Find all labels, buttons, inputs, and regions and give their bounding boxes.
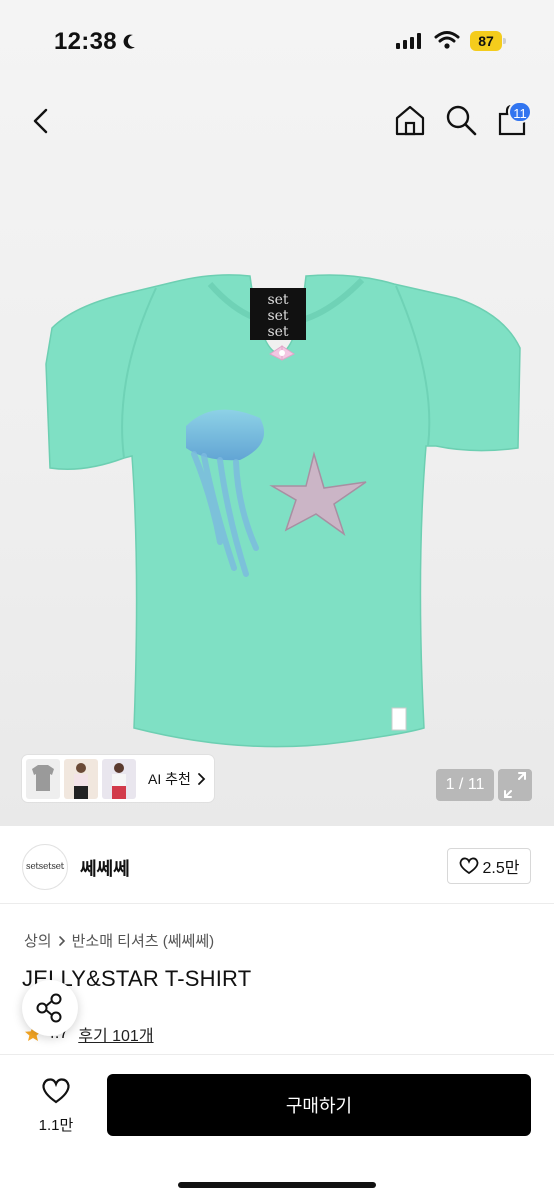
thumbnail-3[interactable] xyxy=(102,758,136,799)
moon-icon xyxy=(123,34,135,49)
heart-icon xyxy=(459,857,478,875)
buy-button[interactable]: 구매하기 xyxy=(107,1074,531,1136)
review-count-link[interactable]: 후기 101개 xyxy=(78,1022,153,1046)
chevron-right-icon xyxy=(58,935,65,946)
wishlist-button[interactable]: 1.1만 xyxy=(30,1077,82,1137)
bottom-action-bar: 1.1만 구매하기 xyxy=(0,1054,554,1200)
recommendation-strip[interactable]: AI 추천 xyxy=(22,755,214,802)
cellular-signal-icon xyxy=(396,33,421,49)
breadcrumb-item-category[interactable]: 상의 xyxy=(24,930,52,951)
breadcrumb-item-subcategory[interactable]: 반소매 티셔츠 (쎄쎄쎄) xyxy=(72,930,215,951)
heart-icon xyxy=(42,1078,70,1104)
thumbnail-1[interactable] xyxy=(26,758,60,799)
ai-recommend-label: AI 추천 xyxy=(148,770,191,787)
brand-like-count: 2.5만 xyxy=(482,860,520,877)
cart-count-badge: 11 xyxy=(508,101,532,123)
svg-text:set: set xyxy=(267,292,288,308)
breadcrumb: 상의 반소매 티셔츠 (쎄쎄쎄) xyxy=(24,930,214,951)
brand-logo[interactable]: setsetset xyxy=(22,844,68,890)
time-text: 12:38 xyxy=(54,28,117,55)
chevron-right-icon xyxy=(197,772,206,785)
status-time: 12:38 xyxy=(54,28,137,56)
image-pager: 1 / 11 xyxy=(436,769,494,801)
product-page: set set set 11 AI 추천 1 / 11 12:38 87 set… xyxy=(0,0,554,1200)
brand-name[interactable]: 쎄쎄쎄 xyxy=(80,855,130,881)
battery-icon: 87 xyxy=(470,31,506,51)
back-icon[interactable] xyxy=(26,104,56,138)
ai-recommend-link[interactable]: AI 추천 xyxy=(148,769,207,789)
wifi-icon xyxy=(434,31,460,49)
product-image: set set set xyxy=(45,274,521,748)
battery-level: 87 xyxy=(470,31,502,51)
thumbnail-2[interactable] xyxy=(64,758,98,799)
wishlist-count: 1.1만 xyxy=(38,1117,74,1134)
svg-text:set: set xyxy=(267,324,288,340)
brand-like-button[interactable]: 2.5만 xyxy=(447,848,531,884)
share-icon xyxy=(36,993,62,1023)
search-icon[interactable] xyxy=(444,103,478,137)
share-button[interactable] xyxy=(22,980,78,1036)
home-icon[interactable] xyxy=(392,102,428,138)
expand-icon[interactable] xyxy=(498,769,532,801)
svg-text:set: set xyxy=(267,308,288,324)
product-image-gallery[interactable]: set set set 11 AI 추천 1 / 11 xyxy=(0,0,554,826)
status-bar: 12:38 87 xyxy=(0,0,554,80)
brand-row[interactable]: setsetset 쎄쎄쎄 2.5만 xyxy=(0,826,554,904)
home-indicator[interactable] xyxy=(178,1182,376,1188)
